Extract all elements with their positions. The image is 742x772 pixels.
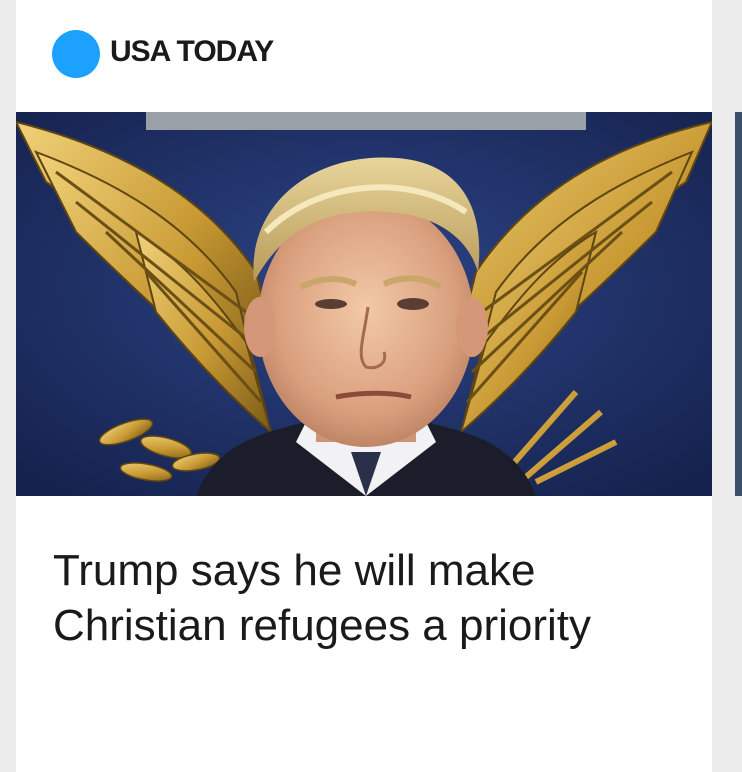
card-header: USA TODAY xyxy=(16,0,712,112)
news-card[interactable]: USA TODAY Trump says he will make Christ… xyxy=(16,0,712,772)
next-card-peek[interactable] xyxy=(735,112,742,496)
publisher-logo-icon xyxy=(52,30,100,78)
article-image[interactable] xyxy=(16,112,712,496)
publisher-name: USA TODAY xyxy=(110,35,274,68)
article-headline[interactable]: Trump says he will make Christian refuge… xyxy=(53,543,673,653)
